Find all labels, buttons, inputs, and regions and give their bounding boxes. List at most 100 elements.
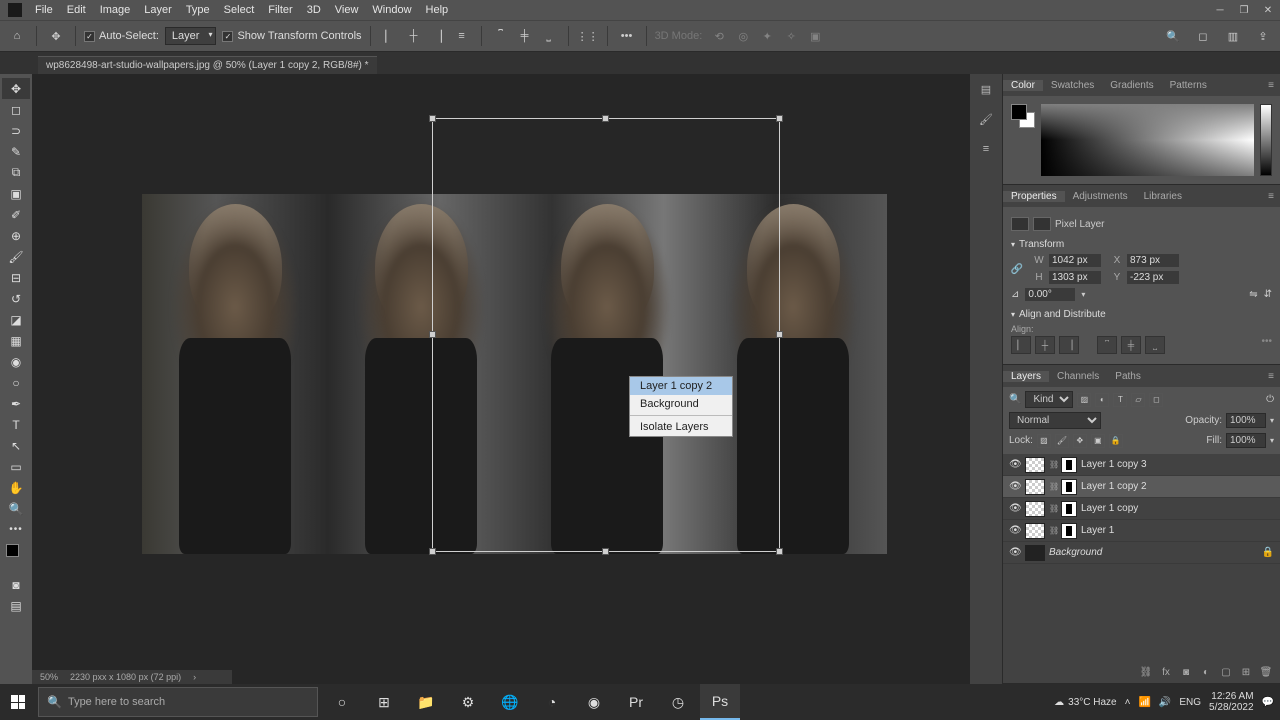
tab-swatches[interactable]: Swatches (1043, 80, 1102, 91)
window-close-icon[interactable]: ✕ (1256, 0, 1280, 20)
brush-tool[interactable]: 🖌 (2, 246, 30, 267)
layer-item[interactable]: 👁 ⛓ Layer 1 copy (1003, 498, 1280, 520)
flip-vertical-icon[interactable]: ⇵ (1264, 289, 1272, 300)
move-tool[interactable]: ✥ (2, 78, 30, 99)
lock-artboard-icon[interactable]: ▣ (1091, 434, 1105, 448)
stamp-tool[interactable]: ⊟ (2, 267, 30, 288)
align-vcenter-icon[interactable]: ╪ (514, 25, 536, 47)
visibility-icon[interactable]: 👁 (1009, 481, 1021, 492)
doc-info-arrow-icon[interactable]: › (193, 672, 196, 682)
dodge-tool[interactable]: ○ (2, 372, 30, 393)
delete-layer-icon[interactable]: 🗑 (1258, 665, 1274, 679)
width-input[interactable] (1049, 254, 1101, 267)
layer-name[interactable]: Layer 1 copy 3 (1081, 459, 1274, 470)
foreground-background-swatch[interactable] (1011, 104, 1035, 128)
ctx-layer1copy2[interactable]: Layer 1 copy 2 (630, 377, 732, 395)
clock[interactable]: 12:26 AM 5/28/2022 (1209, 691, 1254, 713)
type-tool[interactable]: T (2, 414, 30, 435)
tab-properties[interactable]: Properties (1003, 191, 1065, 202)
layer-name[interactable]: Layer 1 copy 2 (1081, 481, 1274, 492)
distribute-icon[interactable]: ⋮⋮ (577, 25, 599, 47)
show-transform-checkbox[interactable]: ✓ Show Transform Controls (222, 30, 361, 42)
layer-name[interactable]: Layer 1 (1081, 525, 1274, 536)
path-tool[interactable]: ↖ (2, 435, 30, 456)
link-wh-icon[interactable]: 🔗 (1011, 257, 1023, 281)
menu-image[interactable]: Image (93, 4, 138, 16)
app-icon-1[interactable]: ◔ (532, 684, 572, 720)
document-tab[interactable]: wp8628498-art-studio-wallpapers.jpg @ 50… (38, 56, 377, 74)
mask-link-icon[interactable]: ⛓ (1049, 482, 1057, 491)
wifi-icon[interactable]: 📶 (1138, 697, 1150, 708)
wand-tool[interactable]: ✎ (2, 141, 30, 162)
hand-tool[interactable]: ✋ (2, 477, 30, 498)
angle-dropdown-icon[interactable]: ▾ (1081, 290, 1085, 299)
mask-link-icon[interactable]: ⛓ (1049, 504, 1057, 513)
menu-type[interactable]: Type (179, 4, 217, 16)
layer-item[interactable]: 👁 ⛓ Layer 1 copy 2 (1003, 476, 1280, 498)
blur-tool[interactable]: ◉ (2, 351, 30, 372)
fill-dropdown-icon[interactable]: ▾ (1270, 436, 1274, 445)
eraser-tool[interactable]: ◪ (2, 309, 30, 330)
menu-select[interactable]: Select (217, 4, 262, 16)
shape-tool[interactable]: ▭ (2, 456, 30, 477)
menu-window[interactable]: Window (365, 4, 418, 16)
new-layer-icon[interactable]: ⊞ (1238, 665, 1254, 679)
lock-all-icon[interactable]: 🔒 (1109, 434, 1123, 448)
search-icon[interactable]: 🔍 (1162, 25, 1184, 47)
auto-select-checkbox[interactable]: ✓ Auto-Select: (84, 30, 159, 42)
lasso-tool[interactable]: ⊃ (2, 120, 30, 141)
align-left-btn[interactable]: ▏ (1011, 336, 1031, 354)
move-tool-icon[interactable]: ✥ (45, 25, 67, 47)
eyedropper-tool[interactable]: ✐ (2, 204, 30, 225)
cortana-icon[interactable]: ○ (322, 684, 362, 720)
properties-panel-menu-icon[interactable]: ≡ (1262, 191, 1280, 202)
angle-input[interactable] (1025, 288, 1075, 301)
opacity-input[interactable] (1226, 413, 1266, 428)
transform-section-header[interactable]: Transform (1011, 239, 1272, 250)
align-bottom-icon[interactable]: ⎵ (538, 25, 560, 47)
ctx-isolate-layers[interactable]: Isolate Layers (630, 418, 732, 436)
window-restore-icon[interactable]: ❐ (1232, 0, 1256, 20)
tab-layers[interactable]: Layers (1003, 371, 1049, 382)
filter-shape-icon[interactable]: ▱ (1131, 393, 1145, 407)
tab-gradients[interactable]: Gradients (1102, 80, 1161, 91)
pen-tool[interactable]: ✒ (2, 393, 30, 414)
visibility-icon[interactable]: 👁 (1009, 459, 1021, 470)
align-top-icon[interactable]: ⎴ (490, 25, 512, 47)
layers-panel-menu-icon[interactable]: ≡ (1262, 371, 1280, 382)
app-icon-3[interactable]: ◷ (658, 684, 698, 720)
tab-patterns[interactable]: Patterns (1162, 80, 1215, 91)
align-section-header[interactable]: Align and Distribute (1011, 309, 1272, 320)
align-hcenter-icon[interactable]: ┼ (403, 25, 425, 47)
menu-view[interactable]: View (328, 4, 366, 16)
align-right-icon[interactable]: ▕ (427, 25, 449, 47)
link-layers-icon[interactable]: ⛓ (1138, 665, 1154, 679)
photoshop-icon[interactable]: Ps (700, 684, 740, 720)
align-more-icon[interactable]: ••• (1261, 336, 1272, 354)
layer-name[interactable]: Layer 1 copy (1081, 503, 1274, 514)
lock-transparency-icon[interactable]: ▨ (1037, 434, 1051, 448)
blend-mode-dropdown[interactable]: Normal (1009, 412, 1101, 429)
kind-dropdown[interactable]: Kind (1025, 391, 1073, 408)
color-swatch[interactable] (6, 544, 26, 564)
panel-icon-1[interactable]: ▤ (975, 78, 997, 100)
menu-3d[interactable]: 3D (300, 4, 328, 16)
frame-icon[interactable]: ◻ (1192, 25, 1214, 47)
lock-position-icon[interactable]: ✥ (1073, 434, 1087, 448)
layer-mask-thumb[interactable] (1061, 501, 1077, 517)
layer-mask-thumb[interactable] (1061, 457, 1077, 473)
align-stack-icon[interactable]: ≡ (451, 25, 473, 47)
zoom-level[interactable]: 50% (40, 672, 58, 682)
workspace-icon[interactable]: ▥ (1222, 25, 1244, 47)
healing-tool[interactable]: ⊕ (2, 225, 30, 246)
more-options-icon[interactable]: ••• (616, 25, 638, 47)
align-right-btn[interactable]: ▕ (1059, 336, 1079, 354)
menu-edit[interactable]: Edit (60, 4, 93, 16)
zoom-tool[interactable]: 🔍 (2, 498, 30, 519)
chrome-icon[interactable]: 🌐 (490, 684, 530, 720)
adjust-panel-icon[interactable]: ≡ (975, 138, 997, 160)
canvas-area[interactable]: Layer 1 copy 2 Background Isolate Layers (32, 74, 970, 684)
menu-layer[interactable]: Layer (137, 4, 179, 16)
filter-search-icon[interactable]: 🔍 (1009, 394, 1021, 405)
frame-tool[interactable]: ▣ (2, 183, 30, 204)
